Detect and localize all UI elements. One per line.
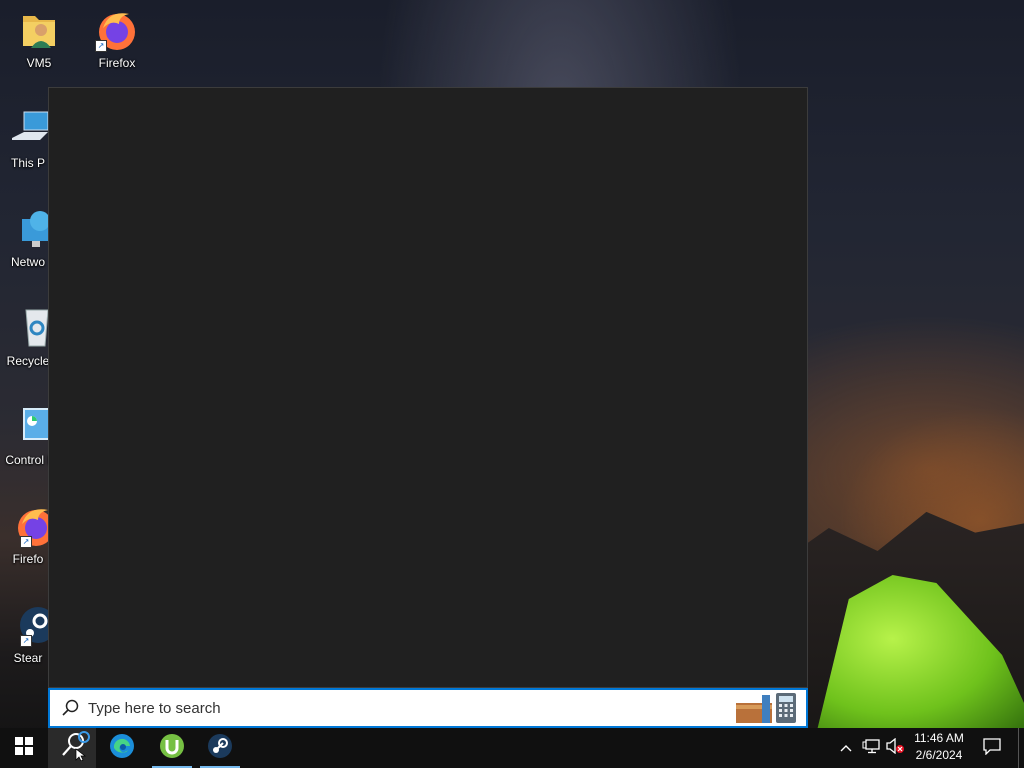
taskbar-edge-button[interactable]	[98, 728, 146, 768]
steam-icon: ↗	[6, 603, 56, 647]
clock[interactable]: 11:46 AM 2/6/2024	[906, 730, 972, 764]
taskbar-steam-button[interactable]	[196, 728, 244, 768]
volume-button[interactable]	[884, 728, 906, 768]
taskbar-utorrent-button[interactable]	[148, 728, 196, 768]
shortcut-arrow-icon: ↗	[20, 635, 32, 647]
firefox-icon: ↗	[95, 8, 139, 52]
show-hidden-icons-button[interactable]	[836, 728, 856, 768]
desktop-icon-label: VM5	[26, 56, 52, 70]
firefox-icon: ↗	[6, 504, 54, 548]
taskbar: 11:46 AM 2/6/2024	[0, 728, 1024, 768]
volume-muted-icon	[885, 737, 905, 759]
desktop-icon-label: This P	[10, 156, 45, 170]
control-panel-icon	[6, 405, 51, 449]
search-icon	[60, 698, 80, 718]
network-status-icon	[862, 738, 880, 759]
computer-icon	[6, 108, 50, 152]
taskbar-search-button[interactable]	[48, 728, 96, 768]
chevron-up-icon	[840, 739, 852, 757]
clock-time: 11:46 AM	[914, 731, 964, 745]
windows-logo-icon	[15, 736, 33, 760]
shortcut-arrow-icon: ↗	[95, 40, 107, 52]
desktop-icon-vm5[interactable]: VM5	[0, 8, 78, 70]
desktop-icon-label: Netwo	[10, 255, 45, 269]
network-icon	[6, 207, 50, 251]
desktop-icon-label: Recycle	[6, 354, 50, 368]
show-desktop-button[interactable]	[1018, 728, 1024, 768]
shortcut-arrow-icon: ↗	[20, 536, 32, 548]
search-bar[interactable]	[48, 688, 808, 728]
search-highlight-illustration-icon	[732, 691, 802, 725]
search-input[interactable]	[88, 693, 732, 723]
utorrent-icon	[159, 733, 185, 764]
recycle-bin-icon	[6, 306, 50, 350]
clock-date: 2/6/2024	[915, 748, 963, 762]
search-results-panel	[48, 87, 808, 688]
desktop-icon-label: Control I	[5, 453, 51, 467]
action-center-button[interactable]	[978, 728, 1006, 768]
steam-icon	[207, 733, 233, 764]
search-icon	[54, 730, 90, 766]
edge-icon	[109, 733, 135, 764]
desktop-icon-label: Stear	[13, 651, 43, 665]
desktop-icon-firefox[interactable]: ↗ Firefox	[78, 8, 156, 70]
desktop-icon-label: Firefox	[98, 56, 136, 70]
notification-icon	[983, 737, 1001, 760]
desktop-icon-label: Firefo	[12, 552, 44, 566]
start-button[interactable]	[0, 728, 48, 768]
user-folder-icon	[17, 8, 61, 52]
network-status-button[interactable]	[860, 728, 882, 768]
